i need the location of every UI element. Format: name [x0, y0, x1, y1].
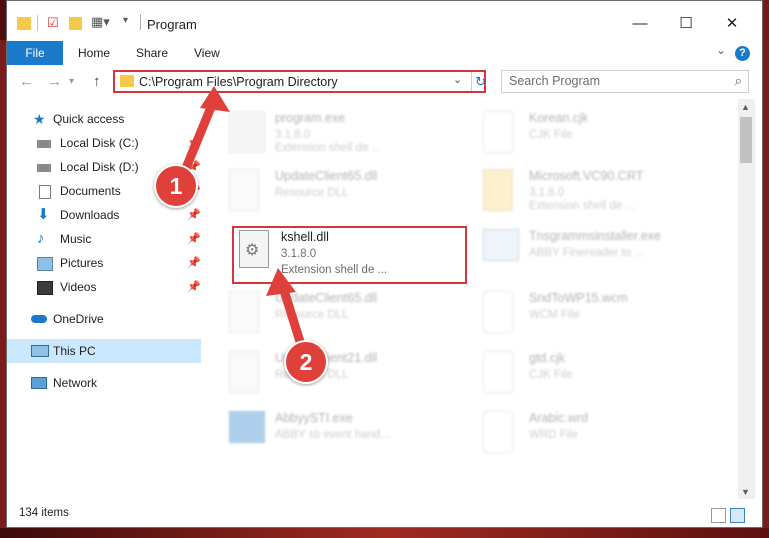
arrowhead-step-1: [200, 86, 230, 112]
annotation-arrows: [181, 86, 307, 353]
step-badge-2: 2: [284, 340, 328, 384]
step-badge-1: 1: [154, 164, 198, 208]
arrow-step-2: [277, 279, 307, 353]
arrow-step-1: [181, 95, 219, 173]
arrowhead-step-2: [266, 268, 296, 296]
